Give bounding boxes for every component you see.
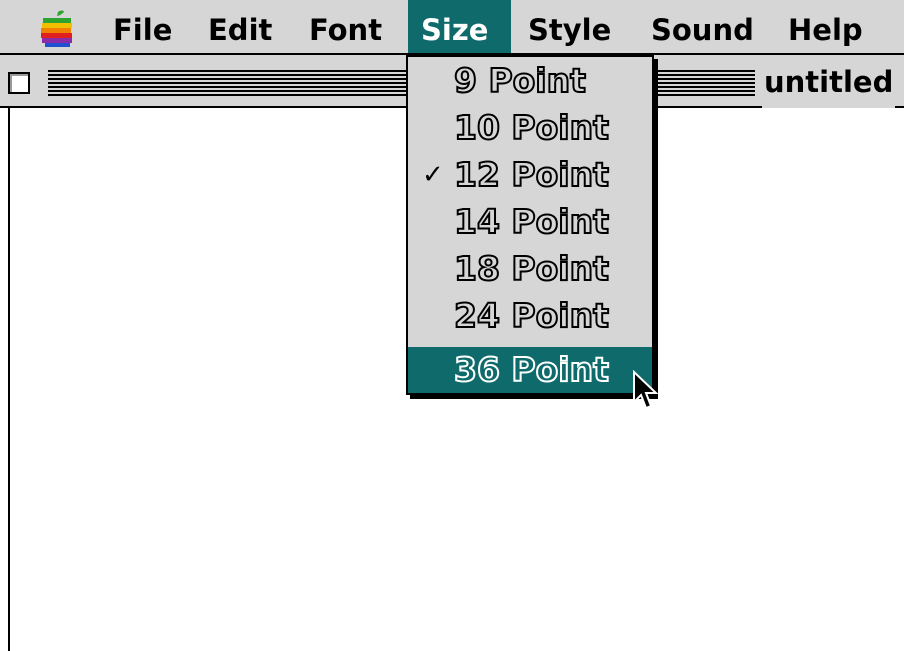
menu-item-14-point[interactable]: 14 Point <box>408 199 652 245</box>
menu-item-18-point[interactable]: 18 Point <box>408 246 652 292</box>
rainbow-apple-icon[interactable] <box>40 10 74 48</box>
window-left-border <box>8 108 10 651</box>
checkmark-icon: ✓ <box>422 160 444 190</box>
menu-item-label: 18 Point <box>453 248 610 289</box>
close-box-icon[interactable] <box>8 72 30 94</box>
arrow-cursor-icon <box>633 370 659 410</box>
menu-style[interactable]: Style <box>515 0 624 53</box>
size-menu-dropdown: 9 Point 10 Point ✓ 12 Point 14 Point 18 … <box>406 55 654 395</box>
menu-font[interactable]: Font <box>296 0 395 53</box>
menu-item-label: 14 Point <box>453 201 610 242</box>
menu-help[interactable]: Help <box>775 0 876 53</box>
menu-edit[interactable]: Edit <box>195 0 285 53</box>
menu-item-label: 12 Point <box>453 154 610 195</box>
menu-item-label: 10 Point <box>453 107 610 148</box>
title-bar-stripes-right <box>657 70 755 98</box>
window-title: untitled <box>762 55 896 108</box>
menu-item-10-point[interactable]: 10 Point <box>408 105 652 151</box>
menu-item-24-point[interactable]: 24 Point <box>408 293 652 339</box>
menu-bar: File Edit Font Size Style Sound Help <box>0 0 904 55</box>
menu-item-label: 36 Point <box>453 349 610 390</box>
menu-sound[interactable]: Sound <box>638 0 767 53</box>
menu-item-9-point[interactable]: 9 Point <box>408 58 652 104</box>
menu-item-label: 24 Point <box>453 295 610 336</box>
menu-item-12-point[interactable]: ✓ 12 Point <box>408 152 652 198</box>
title-bar-stripes-left <box>48 70 408 98</box>
menu-item-36-point[interactable]: 36 Point <box>408 347 652 393</box>
menu-file[interactable]: File <box>100 0 185 53</box>
menu-size[interactable]: Size <box>408 0 511 53</box>
menu-item-label: 9 Point <box>453 60 587 101</box>
